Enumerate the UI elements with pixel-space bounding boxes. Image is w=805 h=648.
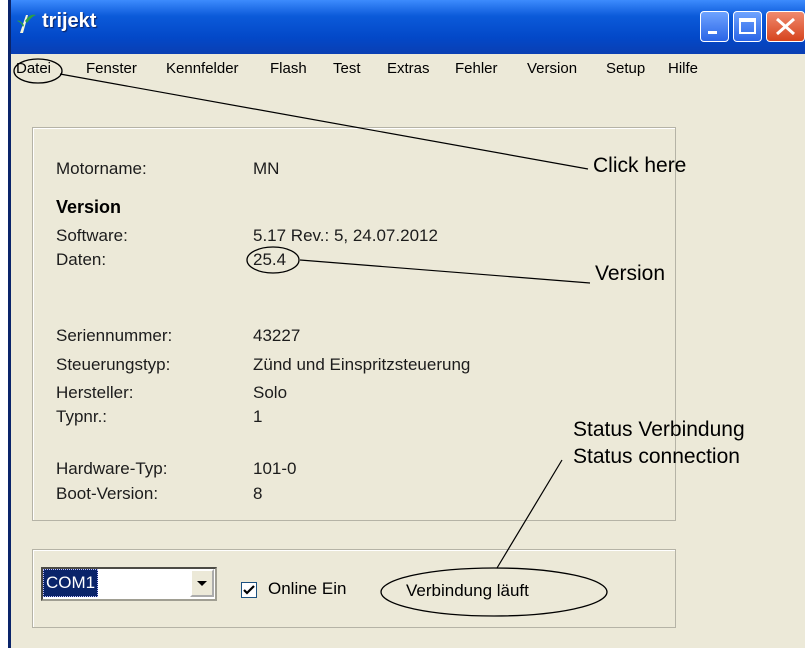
- software-label: Software:: [56, 226, 128, 245]
- seriennummer-value: 43227: [253, 326, 301, 345]
- maximize-button[interactable]: [733, 11, 762, 42]
- annotation-click-here: Click here: [593, 154, 687, 177]
- chevron-down-icon: [197, 581, 207, 586]
- motorname-label: Motorname:: [56, 159, 147, 178]
- typnr-label: Typnr.:: [56, 407, 108, 426]
- menu-version[interactable]: Version: [527, 60, 577, 77]
- motorname-value: MN: [253, 159, 280, 178]
- menu-fenster[interactable]: Fenster: [86, 60, 137, 77]
- connection-status-text: Verbindung läuft: [406, 581, 529, 600]
- close-button[interactable]: [766, 11, 805, 42]
- com-port-value: COM1: [43, 569, 99, 597]
- menu-test[interactable]: Test: [333, 60, 361, 77]
- maximize-icon: [739, 18, 756, 34]
- annotation-status-verbindung: Status Verbindung: [573, 418, 745, 441]
- steuerungstyp-value: Zünd und Einspritzsteuerung: [253, 355, 471, 374]
- close-icon: [776, 17, 795, 36]
- version-heading: Version: [56, 197, 122, 217]
- checkmark-icon: [243, 585, 255, 595]
- hardware-typ-label: Hardware-Typ:: [56, 459, 168, 478]
- online-checkbox-label[interactable]: Online Ein: [268, 579, 346, 599]
- boot-version-value: 8: [253, 484, 263, 503]
- menu-extras[interactable]: Extras: [387, 60, 430, 77]
- window-frame-left: [8, 0, 11, 648]
- menu-kennfelder[interactable]: Kennfelder: [166, 60, 239, 77]
- daten-label: Daten:: [56, 250, 107, 269]
- hersteller-label: Hersteller:: [56, 383, 134, 402]
- menu-fehler[interactable]: Fehler: [455, 60, 498, 77]
- dropdown-arrow-button[interactable]: [190, 569, 214, 597]
- menu-flash[interactable]: Flash: [270, 60, 307, 77]
- menu-hilfe[interactable]: Hilfe: [668, 60, 698, 77]
- hersteller-value: Solo: [253, 383, 288, 402]
- steuerungstyp-label: Steuerungstyp:: [56, 355, 171, 374]
- minimize-icon: [708, 31, 717, 34]
- menu-datei[interactable]: Datei: [16, 60, 51, 77]
- menu-setup[interactable]: Setup: [606, 60, 645, 77]
- annotation-status-connection: Status connection: [573, 445, 740, 468]
- annotation-version: Version: [595, 262, 666, 285]
- hardware-typ-value: 101-0: [253, 459, 297, 478]
- typnr-value: 1: [253, 407, 263, 426]
- title-bar[interactable]: [11, 0, 805, 54]
- seriennummer-label: Seriennummer:: [56, 326, 173, 345]
- window-title: trijekt: [42, 10, 97, 32]
- boot-version-label: Boot-Version:: [56, 484, 159, 503]
- software-value: 5.17 Rev.: 5, 24.07.2012: [253, 226, 438, 245]
- online-checkbox[interactable]: [241, 582, 257, 598]
- app-logo-icon: [16, 11, 38, 35]
- minimize-button[interactable]: [700, 11, 729, 42]
- daten-value: 25.4: [253, 250, 287, 269]
